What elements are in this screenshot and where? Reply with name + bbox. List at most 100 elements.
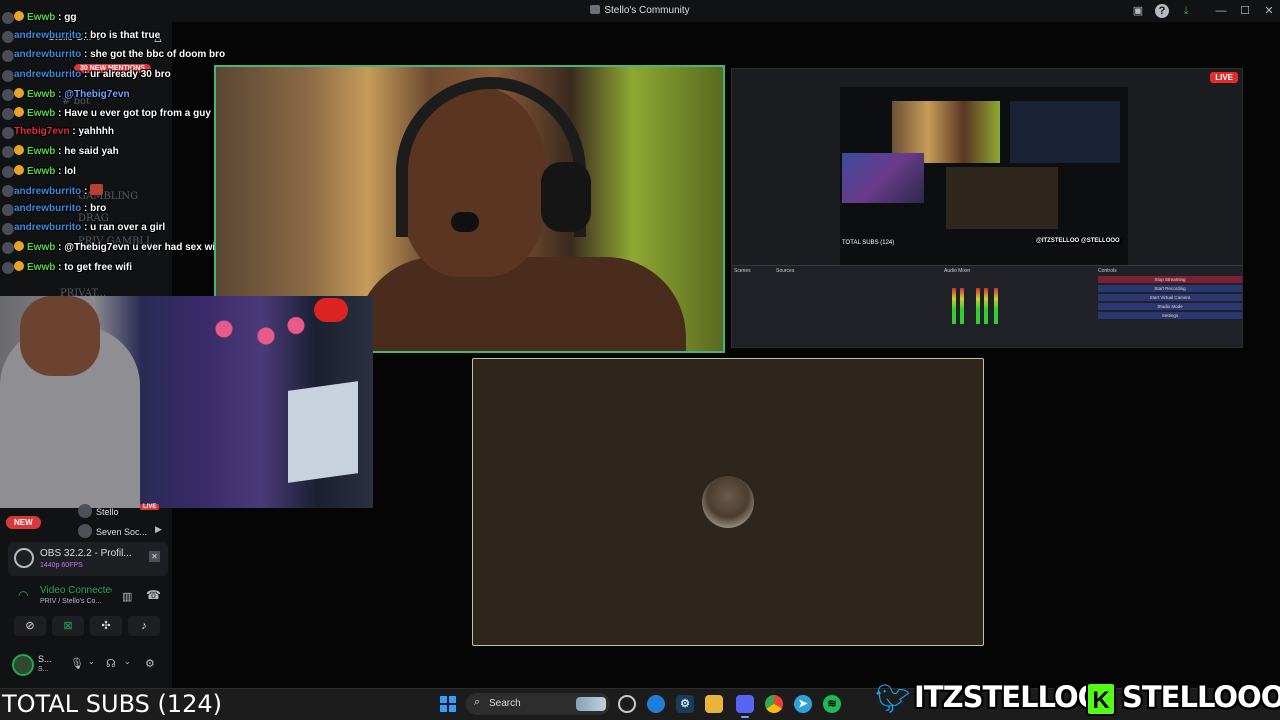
camera-off-button[interactable]: ⊘	[14, 616, 46, 636]
start-recording-button[interactable]: Start Recording	[1098, 285, 1242, 292]
disconnect-icon[interactable]: ☎	[146, 588, 161, 602]
start-icon[interactable]	[440, 696, 456, 712]
voice-user-name: Seven Soc...	[96, 527, 148, 537]
help-icon[interactable]: ?	[1155, 4, 1169, 18]
maximize-icon[interactable]: ☐	[1238, 4, 1252, 18]
live-badge: LIVE	[1210, 72, 1238, 83]
twitter-handle: ITZSTELLOO	[914, 680, 1102, 714]
telegram-icon[interactable]: ➤	[794, 695, 812, 713]
chat-message: Ewwb : to get free wifi	[14, 260, 132, 273]
obs-handles: @ITZSTELLOO @STELLOOO	[1034, 238, 1122, 244]
chat-username[interactable]: andrewburrito	[14, 203, 81, 214]
chat-username[interactable]: Ewwb	[27, 242, 55, 253]
chat-username[interactable]: Ewwb	[27, 12, 55, 23]
chat-message: andrewburrito : bro	[14, 203, 106, 214]
game-icon[interactable]	[618, 695, 636, 713]
webcam-subject-body	[356, 257, 686, 351]
stop-streaming-button[interactable]: Stop Streaming	[1098, 276, 1242, 283]
chat-message: Thebig7evn : yahhhh	[14, 126, 114, 137]
chat-username[interactable]: andrewburrito	[14, 69, 81, 80]
edge-icon[interactable]	[647, 695, 665, 713]
chat-username[interactable]: Ewwb	[27, 166, 55, 177]
preview-cam-face	[842, 153, 924, 203]
search-highlight-icon	[576, 697, 606, 711]
chat-username[interactable]: andrewburrito	[14, 186, 81, 197]
chat-username[interactable]: andrewburrito	[14, 222, 81, 233]
obs-card-subtitle: 1440p 60FPS	[40, 562, 83, 569]
chat-avatar	[2, 69, 14, 82]
noise-suppression-icon[interactable]: ▥	[122, 590, 132, 603]
camera-icon: ▶	[155, 524, 162, 534]
taskbar-search[interactable]: ⌕ Search	[466, 693, 610, 715]
voice-connection-panel: ◠ Video Connected PRIV / Stello's Co... …	[8, 580, 168, 612]
chat-message: Ewwb : lol	[14, 164, 76, 177]
chat-message: Ewwb : he said yah	[14, 145, 119, 157]
obs-stream-card[interactable]: OBS 32.2.2 - Profil... 1440p 60FPS ✕	[8, 542, 168, 576]
screen-share-button[interactable]: ⊠	[52, 616, 84, 636]
chat-message: andrewburrito : u ran over a girl	[14, 222, 165, 233]
webcam-tile-face[interactable]	[0, 296, 373, 508]
obs-icon	[14, 548, 34, 568]
user-name: S...	[38, 654, 52, 664]
studio-mode-button[interactable]: Studio Mode	[1098, 303, 1242, 310]
voice-user-seven[interactable]: Seven Soc...	[78, 524, 147, 538]
window-title-text: Stello's Community	[604, 5, 690, 16]
audio-meter	[952, 288, 956, 324]
avatar	[78, 524, 92, 538]
inbox-icon[interactable]: ▣	[1131, 4, 1145, 18]
chevron-down-icon[interactable]: ⌄	[124, 657, 131, 666]
chat-text: : yahhhh	[69, 126, 115, 138]
close-icon[interactable]: ✕	[1262, 4, 1276, 18]
chat-text: : u ran over a girl	[81, 222, 166, 234]
chat-username[interactable]: Ewwb	[27, 108, 55, 119]
soundboard-button[interactable]: ♪	[128, 616, 160, 636]
kick-icon: K	[1086, 682, 1116, 716]
gear-icon[interactable]: ⚙	[145, 657, 155, 670]
chat-username[interactable]: Ewwb	[27, 89, 55, 100]
screen-share-tile[interactable]: LIVE TOTAL SUBS (124) @ITZSTELLOO @STELL…	[731, 68, 1243, 348]
microphone-icon[interactable]: 🎙︎	[70, 657, 84, 670]
voice-user-stello[interactable]: Stello	[78, 504, 119, 518]
chat-username[interactable]: andrewburrito	[14, 30, 81, 41]
chat-badge-icon	[14, 241, 24, 252]
chat-avatar	[2, 88, 14, 101]
avatar	[78, 504, 92, 518]
avatar[interactable]	[12, 654, 34, 676]
chat-username[interactable]: andrewburrito	[14, 49, 81, 60]
chat-username[interactable]: Ewwb	[27, 146, 55, 157]
chat-text: : she got the bbc of doom bro	[81, 49, 226, 61]
files-icon[interactable]	[705, 695, 723, 713]
chat-message: Ewwb : @Thebig7evn	[14, 87, 130, 100]
steam-icon[interactable]: ⚙	[676, 695, 694, 713]
signal-icon[interactable]: ◠	[18, 588, 28, 602]
activities-button[interactable]: ✣	[90, 616, 122, 636]
settings-button[interactable]: Settings	[1098, 312, 1242, 319]
voice-channel[interactable]: PRIV / Stello's Co...	[40, 598, 101, 605]
audio-meter	[994, 288, 998, 324]
chat-username[interactable]: Thebig7evn	[14, 126, 70, 137]
chevron-down-icon[interactable]: ⌄	[88, 657, 95, 666]
chat-avatar	[2, 204, 14, 216]
dock-scenes: Scenes	[734, 268, 751, 274]
chat-avatar	[2, 261, 14, 274]
chat-message: andrewburrito : bro is that true	[14, 30, 160, 41]
new-badge[interactable]: NEW	[6, 516, 41, 529]
close-icon[interactable]: ✕	[149, 551, 160, 562]
spotify-icon[interactable]: ≋	[823, 695, 841, 713]
discord-icon[interactable]	[736, 695, 754, 713]
headphones-icon[interactable]: ☊	[106, 657, 116, 670]
title-bar: Stello's Community ▣ ? ⤓ — ☐ ✕	[0, 0, 1280, 22]
chat-text: : lol	[55, 165, 76, 177]
chrome-icon[interactable]	[765, 695, 783, 713]
webcam-tile-empty[interactable]	[472, 358, 984, 646]
minimize-icon[interactable]: —	[1214, 4, 1228, 18]
voice-user-name: Stello	[96, 507, 119, 517]
chat-badge-icon	[14, 11, 24, 21]
chat-text: : bro is that true	[81, 30, 161, 42]
chat-message: andrewburrito : she got the bbc of doom …	[14, 49, 225, 60]
chat-message: andrewburrito : ur already 30 bro	[14, 69, 171, 80]
download-icon[interactable]: ⤓	[1179, 4, 1193, 18]
active-indicator	[741, 716, 749, 718]
virtual-camera-button[interactable]: Start Virtual Camera	[1098, 294, 1242, 301]
chat-username[interactable]: Ewwb	[27, 262, 55, 273]
